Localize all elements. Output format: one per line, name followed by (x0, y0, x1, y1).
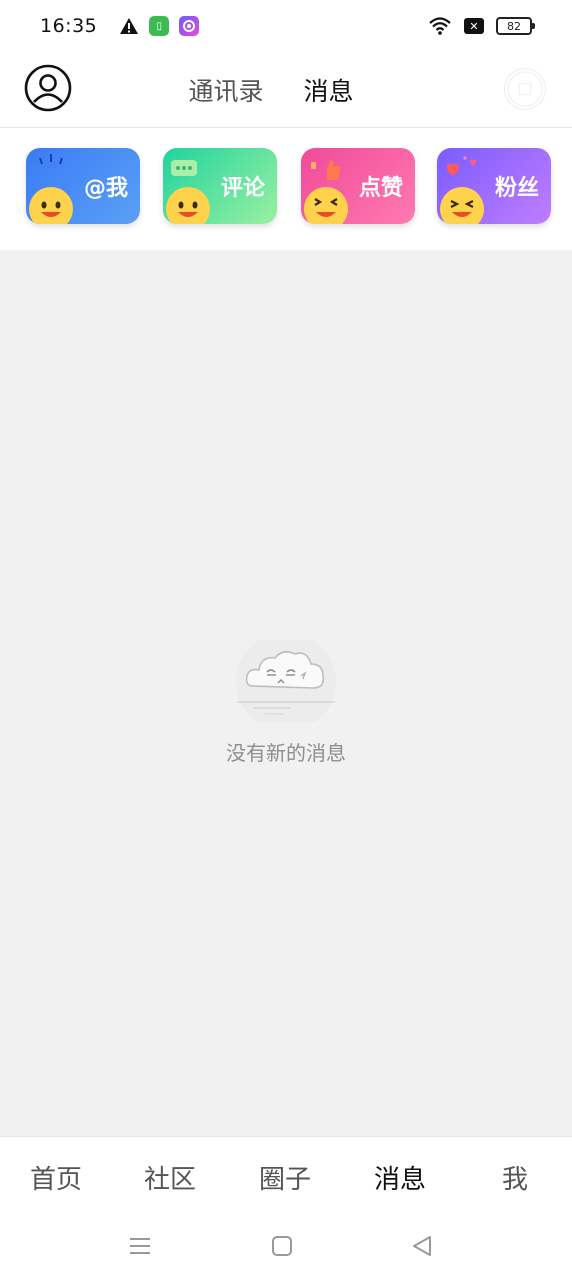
status-right: ✕ 82 (428, 16, 535, 36)
chat-bubble-icon (171, 160, 197, 176)
nav-me[interactable]: 我 (502, 1159, 528, 1196)
tab-messages[interactable]: 消息 (304, 72, 354, 108)
nav-community[interactable]: 社区 (144, 1159, 196, 1196)
card-comments-label: 评论 (220, 176, 265, 201)
header: 通讯录 消息 (0, 52, 572, 128)
bottom-nav: 首页 社区 圈子 消息 我 (0, 1136, 572, 1214)
tab-contacts[interactable]: 通讯录 (188, 72, 263, 108)
back-icon[interactable] (410, 1234, 434, 1258)
status-bar: 16:35 ▯ ✕ 82 (0, 0, 572, 52)
nav-home[interactable]: 首页 (30, 1159, 82, 1196)
hearts-icon (446, 156, 477, 176)
card-mentions-label: @我 (83, 176, 128, 201)
battery-level: 82 (507, 19, 521, 33)
message-list: 没有新的消息 (0, 250, 572, 1136)
nav-messages[interactable]: 消息 (374, 1159, 426, 1196)
status-time: 16:35 (40, 15, 98, 37)
scan-icon[interactable] (504, 68, 546, 110)
notification-icons: ▯ (119, 16, 200, 36)
home-icon[interactable] (270, 1234, 294, 1258)
system-nav-bar (0, 1214, 572, 1280)
battery-icon: 82 (496, 17, 535, 35)
green-app-icon: ▯ (149, 16, 170, 36)
wifi-icon (429, 17, 451, 35)
cloud-face-icon (236, 640, 336, 722)
smiley-icon (440, 187, 484, 224)
nav-circles[interactable]: 圈子 (259, 1159, 311, 1196)
card-mentions[interactable]: @我 (26, 148, 140, 224)
no-sim-icon: ✕ (464, 18, 484, 34)
smiley-icon (166, 187, 210, 224)
purple-app-icon (179, 16, 200, 36)
menu-icon[interactable] (128, 1234, 152, 1258)
header-tabs: 通讯录 消息 (0, 52, 572, 128)
smiley-icon (29, 187, 73, 224)
card-fans-label: 粉丝 (494, 176, 539, 201)
smiley-icon (304, 187, 348, 224)
card-comments[interactable]: 评论 (163, 148, 277, 224)
quick-cards: @我 评论 点赞 粉丝 (0, 128, 572, 250)
card-likes[interactable]: 点赞 (301, 148, 415, 224)
card-likes-label: 点赞 (358, 176, 403, 201)
card-fans[interactable]: 粉丝 (437, 148, 551, 224)
empty-state-text: 没有新的消息 (226, 741, 346, 765)
warning-icon (120, 18, 139, 34)
sparkle-icon (39, 154, 63, 165)
thumbs-up-icon (311, 160, 341, 181)
